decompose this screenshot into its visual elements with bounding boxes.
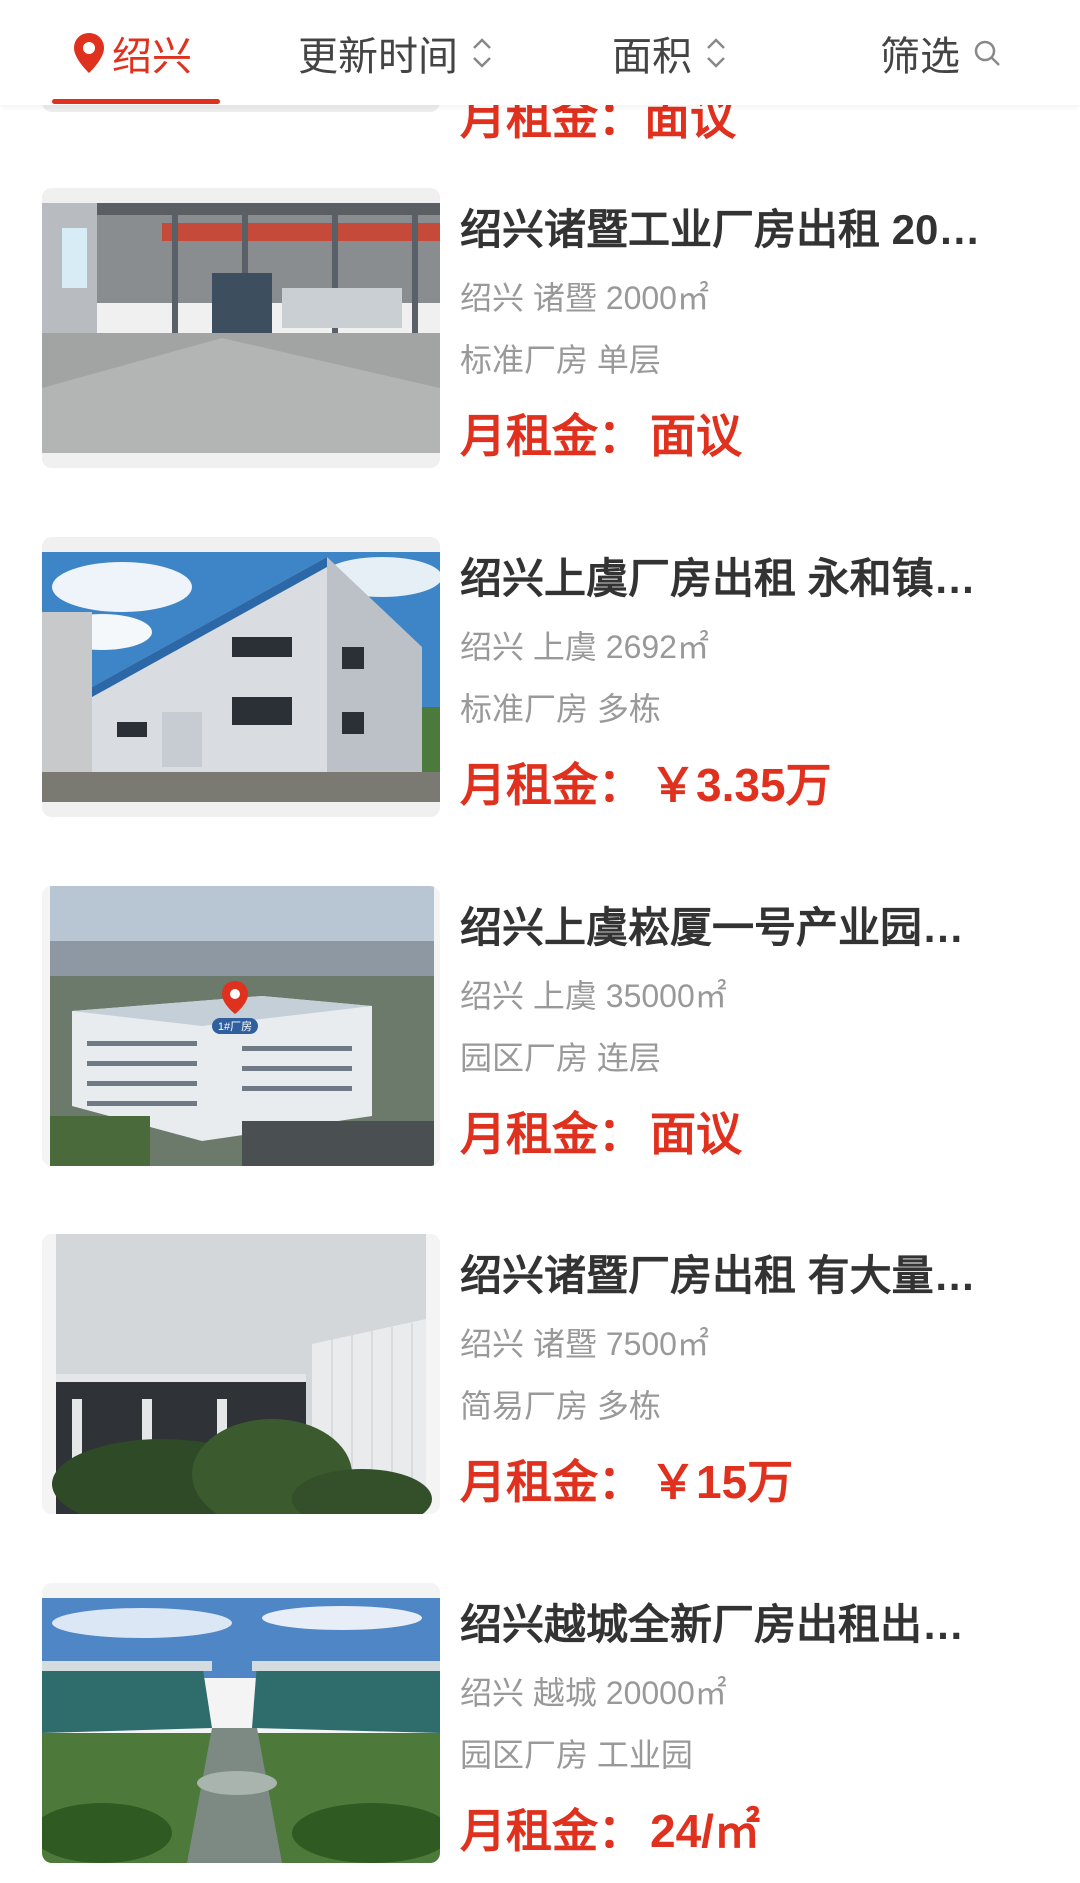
listing-item[interactable]: 1#厂房 绍兴上虞崧厦一号产业园… 绍兴 上虞 35000㎡ 园区厂房 连层 月… xyxy=(0,886,1080,1176)
listing-location: 绍兴 诸暨 2000㎡ xyxy=(460,280,709,316)
listing-price: 月租金： ￥3.35万 xyxy=(460,759,832,811)
listing-title: 绍兴上虞崧厦一号产业园… xyxy=(460,904,965,951)
sort-area-label: 面积 xyxy=(612,34,692,79)
listing-photo[interactable] xyxy=(42,1234,440,1514)
listing-photo[interactable] xyxy=(42,188,440,468)
listing-item[interactable]: 绍兴越城全新厂房出租出… 绍兴 越城 20000㎡ 园区厂房 工业园 月租金： 2… xyxy=(0,1583,1080,1873)
listing-item[interactable]: 绍兴上虞厂房出租 永和镇… 绍兴 上虞 2692㎡ 标准厂房 多栋 月租金： ￥3… xyxy=(0,537,1080,827)
search-icon xyxy=(974,40,1000,66)
listing-tags: 标准厂房 多栋 xyxy=(460,691,661,727)
listing-location: 绍兴 越城 20000㎡ xyxy=(460,1675,727,1711)
active-tab-indicator xyxy=(52,99,220,104)
listing-photo[interactable] xyxy=(42,1583,440,1863)
listing-location: 绍兴 诸暨 7500㎡ xyxy=(460,1326,709,1362)
city-label: 绍兴 xyxy=(112,34,192,79)
filter-label: 筛选 xyxy=(880,34,960,79)
listing-location: 绍兴 上虞 2692㎡ xyxy=(460,629,709,665)
listing-tags: 园区厂房 工业园 xyxy=(460,1737,693,1773)
sort-time-label: 更新时间 xyxy=(298,34,458,79)
listing-title: 绍兴上虞厂房出租 永和镇… xyxy=(460,555,976,602)
listing-price: 月租金： 面议 xyxy=(460,1108,742,1160)
listing-photo[interactable]: 1#厂房 xyxy=(42,886,440,1166)
building-marker-label: 1#厂房 xyxy=(218,1020,252,1033)
listing-title: 绍兴诸暨厂房出租 有大量… xyxy=(460,1252,976,1299)
sort-by-area[interactable]: 面积 xyxy=(612,0,728,105)
listing-title: 绍兴越城全新厂房出租出… xyxy=(460,1601,965,1648)
filter-bar: 绍兴 更新时间 面积 筛选 xyxy=(0,0,1080,105)
listing-photo[interactable] xyxy=(42,537,440,817)
sort-by-update-time[interactable]: 更新时间 xyxy=(298,0,494,105)
listing-location: 绍兴 上虞 35000㎡ xyxy=(460,978,727,1014)
listing-price: 月租金： 面议 xyxy=(460,410,742,462)
listing-item[interactable]: 绍兴诸暨厂房出租 有大量… 绍兴 诸暨 7500㎡ 简易厂房 多栋 月租金： ￥1… xyxy=(0,1234,1080,1524)
filter-button[interactable]: 筛选 xyxy=(880,0,1002,105)
city-selector[interactable]: 绍兴 xyxy=(72,0,192,105)
listing-price: 月租金： ￥15万 xyxy=(460,1456,794,1508)
sort-updown-icon xyxy=(473,37,491,68)
location-pin-icon xyxy=(74,32,104,73)
listing-tags: 标准厂房 单层 xyxy=(460,342,661,378)
listing-tags: 园区厂房 连层 xyxy=(460,1040,661,1076)
listing-title: 绍兴诸暨工业厂房出租 20… xyxy=(460,206,981,253)
listing-tags: 简易厂房 多栋 xyxy=(460,1388,661,1424)
listing-item[interactable]: 绍兴诸暨工业厂房出租 20… 绍兴 诸暨 2000㎡ 标准厂房 单层 月租金：面… xyxy=(0,188,1080,478)
sort-updown-icon xyxy=(707,37,725,68)
listing-price: 月租金： 24/㎡ xyxy=(460,1805,760,1857)
